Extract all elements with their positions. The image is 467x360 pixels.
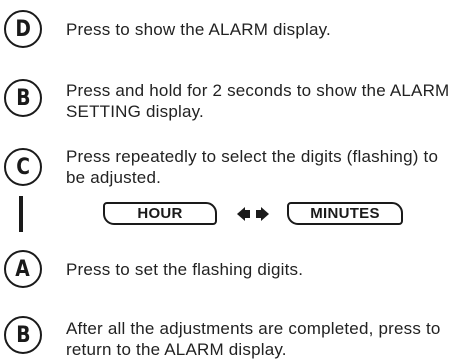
button-d-icon: D: [4, 10, 42, 48]
step-4-text: Press to set the flashing digits.: [66, 260, 304, 279]
button-b-letter-2: B: [15, 322, 31, 348]
minutes-label: MINUTES: [310, 205, 380, 222]
step-5-text: After all the adjustments are completed,…: [66, 319, 441, 359]
button-b-letter: B: [15, 85, 31, 111]
bidirectional-arrows-icon: [237, 207, 269, 221]
cycle-connector-line: [19, 196, 23, 232]
hour-label-box: HOUR: [103, 202, 217, 225]
step-2-text: Press and hold for 2 seconds to show the…: [66, 81, 450, 121]
hour-label: HOUR: [137, 205, 183, 222]
button-b-icon-2: B: [4, 316, 42, 354]
button-b-icon: B: [4, 79, 42, 117]
step-3-text: Press repeatedly to select the digits (f…: [66, 147, 439, 187]
button-d-letter: D: [15, 16, 31, 42]
button-a-icon: A: [4, 250, 42, 288]
button-c-letter: C: [16, 154, 30, 180]
minutes-label-box: MINUTES: [287, 202, 403, 225]
button-a-letter: A: [15, 256, 31, 282]
step-1-text: Press to show the ALARM display.: [66, 20, 331, 39]
button-c-icon: C: [4, 148, 42, 186]
